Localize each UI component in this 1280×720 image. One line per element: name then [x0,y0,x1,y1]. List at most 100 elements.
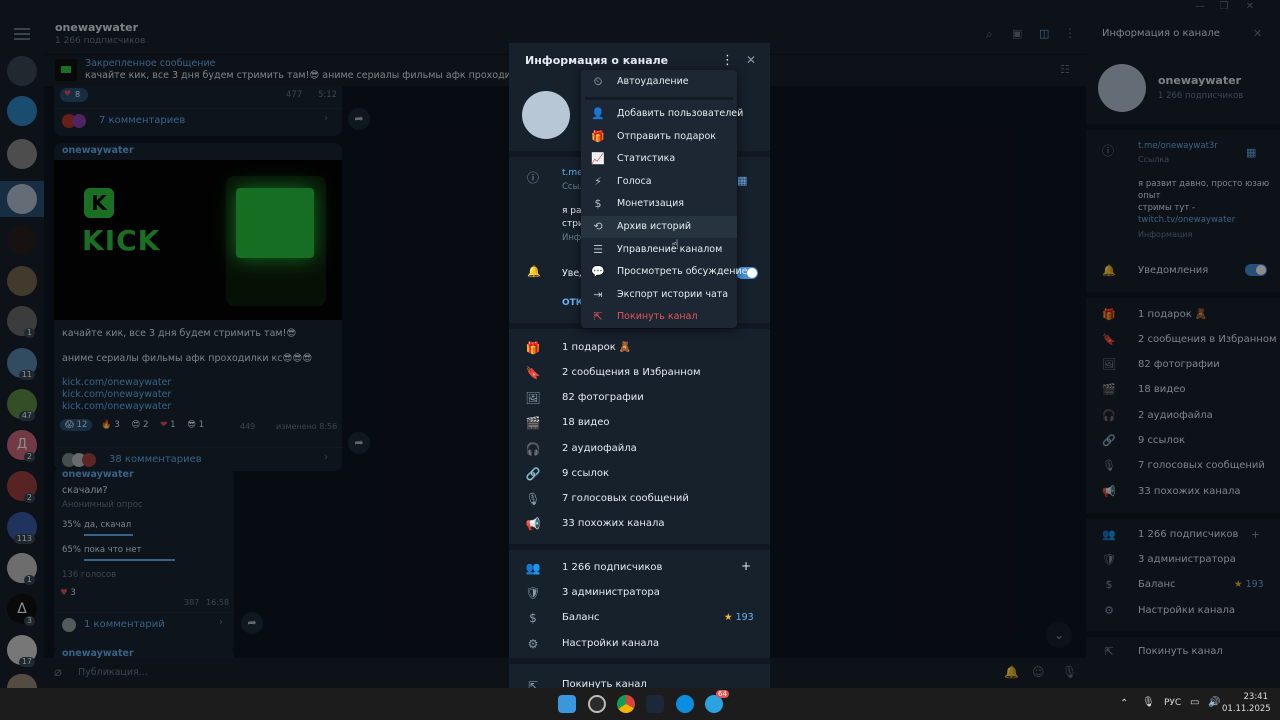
avatar[interactable]: 1 [7,306,37,338]
microphone-icon[interactable]: 🎙 [1142,697,1155,708]
more-icon[interactable]: ⋮ [1064,26,1076,40]
maximize-icon[interactable]: ❐ [1214,1,1234,12]
sidebar-toggle-icon[interactable]: ◫ [1039,27,1049,40]
leave-channel-row[interactable]: ⇱ Покинуть канал [1102,644,1272,662]
live-stream-icon[interactable]: ▣ [1012,27,1022,40]
windows-start-icon[interactable] [558,695,576,713]
reaction-chip[interactable]: 🔥 3 [98,419,123,431]
avatar[interactable]: 1 [7,553,37,585]
add-user-icon[interactable]: + [1251,528,1260,541]
close-icon[interactable]: ✕ [1253,27,1262,40]
comments-button[interactable]: 1 комментарий › [54,612,234,636]
app-icon[interactable] [588,695,606,713]
monitor-icon[interactable]: ▭ [1190,697,1199,708]
tray-chevron-icon[interactable]: ⌃ [1120,698,1128,709]
attach-icon[interactable]: ⌀ [54,665,62,680]
admin-row-admins[interactable]: 🛡 3 администратора [509,580,770,605]
media-row-photos[interactable]: 🖼 82 фотографии [1102,357,1272,375]
close-icon[interactable]: ✕ [746,53,756,67]
menu-item-send-gift[interactable]: 🎁 Отправить подарок [581,126,737,148]
avatar[interactable]: Δ3 [7,594,37,626]
reaction-chip[interactable]: 😍 2 [129,419,152,431]
channel-link[interactable]: t.me/onewaywat3r [1138,141,1218,151]
kick-image[interactable]: K KICK [54,160,342,320]
avatar[interactable]: 113 [7,512,37,544]
media-row-audio[interactable]: 🎧 2 аудиофайла [509,436,770,461]
menu-item-leave-channel[interactable]: ⇱ Покинуть канал [581,306,737,328]
media-row-voice[interactable]: 🎙 7 голосовых сообщений [1102,458,1272,476]
leave-channel-row[interactable]: ⇱ Покинуть канал [509,673,770,688]
avatar[interactable] [7,225,37,255]
reaction-chip[interactable]: ♥ 3 [60,588,76,598]
avatar[interactable] [7,139,37,169]
menu-item-manage-channel[interactable]: ☰ Управление каналом [581,239,737,261]
share-button[interactable]: ➦ [348,432,370,454]
avatar[interactable] [7,674,37,688]
media-row-saved[interactable]: 🔖 2 сообщения в Избранном [509,360,770,385]
post-author[interactable]: onewaywater [62,145,134,156]
post-link[interactable]: kick.com/onewaywater [62,377,171,388]
post-link[interactable]: kick.com/onewaywater [62,401,171,412]
post-link[interactable]: kick.com/onewaywater [62,389,171,400]
avatar[interactable] [522,91,570,139]
post-author[interactable]: onewaywater [62,469,134,480]
avatar[interactable] [1098,64,1146,112]
menu-item-auto-delete[interactable]: ⏲ Автоудаление [581,71,737,93]
close-window-icon[interactable]: ✕ [1240,1,1260,12]
media-row-links[interactable]: 🔗 9 ссылок [509,461,770,486]
media-row-videos[interactable]: 🎬 18 видео [509,410,770,435]
menu-icon[interactable] [14,28,30,40]
emoji-icon[interactable]: ☺ [1032,665,1045,679]
admin-row-subscribers[interactable]: 👥 1 266 подписчиков [509,555,770,580]
qr-code-icon[interactable]: ▦ [1246,146,1256,159]
pin-list-icon[interactable]: ☷ [1060,63,1070,76]
share-button[interactable]: ➦ [348,108,370,130]
media-row-audio[interactable]: 🎧 2 аудиофайла [1102,408,1272,426]
media-row-photos[interactable]: 🖼 82 фотографии [509,385,770,410]
admin-row-settings[interactable]: ⚙ Настройки канала [509,631,770,656]
media-row-voice[interactable]: 🎙 7 голосовых сообщений [509,486,770,511]
media-row-gifts[interactable]: 🎁 1 подарок 🧸 [509,335,770,360]
bell-icon[interactable]: 🔔 [1004,665,1019,679]
language-indicator[interactable]: РУС [1164,698,1181,708]
share-button[interactable]: ➦ [241,612,263,634]
media-row-gifts[interactable]: 🎁 1 подарок 🧸 [1102,307,1272,325]
reaction-chip[interactable]: 😎 1 [184,419,207,431]
add-user-icon[interactable]: + [741,559,751,573]
avatar[interactable] [7,266,37,296]
reaction-chip[interactable]: ❤ 1 [157,419,178,431]
search-icon[interactable]: ⌕ [986,27,993,42]
media-row-links[interactable]: 🔗 9 ссылок [1102,433,1272,451]
admin-row-settings[interactable]: ⚙ Настройки канала [1102,603,1272,621]
qr-code-icon[interactable]: ▦ [737,174,747,187]
admin-row-subscribers[interactable]: 👥 1 266 подписчиков [1102,527,1272,545]
avatar[interactable]: 17 [7,635,37,667]
media-row-videos[interactable]: 🎬 18 видео [1102,382,1272,400]
telegram-icon[interactable]: 64 [705,690,729,713]
more-vertical-icon[interactable]: ⋮ [721,53,734,68]
poll-option[interactable]: 65% пока что нет [62,545,222,565]
edge-icon[interactable] [676,695,694,713]
clock-time[interactable]: 23:41 [1226,692,1269,702]
chrome-icon[interactable] [617,695,635,713]
menu-item-view-discussion[interactable]: 💬 Просмотреть обсуждение [581,261,747,283]
avatar[interactable] [7,184,37,214]
media-row-similar[interactable]: 📢 33 похожих канала [509,511,770,536]
menu-item-monetization[interactable]: $ Монетизация [581,193,737,215]
menu-item-boosts[interactable]: ⚡ Голоса [581,171,737,193]
avatar[interactable]: 47 [7,389,37,421]
media-row-similar[interactable]: 📢 33 похожих канала [1102,484,1272,502]
about-link[interactable]: twitch.tv/onewaywater [1138,215,1235,225]
menu-item-export-chat[interactable]: ⇥ Экспорт истории чата [581,284,737,306]
message-input[interactable]: Публикация... [78,667,148,678]
menu-item-statistics[interactable]: 📈 Статистика [581,148,737,170]
media-row-saved[interactable]: 🔖 2 сообщения в Избранном [1102,332,1276,350]
avatar[interactable]: 2 [7,471,37,503]
menu-item-stories-archive[interactable]: ⟲ Архив историй [581,216,737,238]
admin-row-admins[interactable]: 🛡 3 администратора [1102,552,1272,570]
menu-item-add-users[interactable]: 👤 Добавить пользователей [581,103,743,125]
avatar[interactable]: Д2 [7,430,37,462]
steam-icon[interactable] [646,695,664,713]
comments-button[interactable]: 7 комментариев › [54,108,342,132]
notifications-toggle[interactable] [1245,264,1267,276]
